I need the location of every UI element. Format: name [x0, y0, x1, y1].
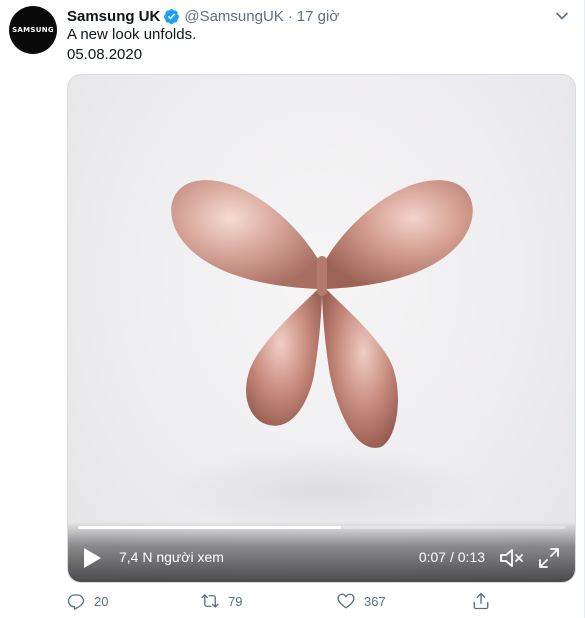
video-view-count: 7,4 N người xem — [119, 549, 224, 565]
fullscreen-icon[interactable] — [537, 546, 561, 570]
author-handle[interactable]: @SamsungUK — [184, 8, 283, 25]
share-icon — [473, 592, 489, 610]
retweet-icon — [201, 594, 219, 608]
reply-count: 20 — [94, 593, 109, 609]
reply-button[interactable]: 20 — [67, 592, 108, 610]
tweet-card[interactable]: SAMSUNG Samsung UK @SamsungUK · 17 giờ A… — [0, 0, 585, 618]
tweet-text: A new look unfolds. — [67, 26, 197, 43]
reply-icon — [67, 594, 85, 610]
like-button[interactable]: 367 — [337, 592, 386, 610]
author-display-name[interactable]: Samsung UK — [67, 8, 160, 25]
play-icon[interactable] — [82, 547, 102, 569]
tweet-header: Samsung UK @SamsungUK · 17 giờ — [67, 6, 339, 26]
avatar-logo-text: SAMSUNG — [12, 26, 54, 34]
video-controls: 7,4 N người xem 0:07 / 0:13 — [68, 522, 575, 582]
share-button[interactable] — [472, 592, 499, 610]
tweet-date-text: 05.08.2020 — [67, 46, 143, 63]
separator-dot: · — [287, 7, 293, 25]
retweet-button[interactable]: 79 — [201, 592, 242, 610]
tweet-actions: 20 79 367 — [67, 592, 517, 614]
like-count: 367 — [364, 593, 386, 609]
avatar[interactable]: SAMSUNG — [9, 6, 57, 54]
volume-muted-icon[interactable] — [499, 546, 525, 570]
retweet-count: 79 — [228, 593, 243, 609]
video-timecode: 0:07 / 0:13 — [418, 549, 485, 565]
video-progress-bar[interactable] — [78, 526, 565, 529]
verified-badge-icon — [164, 8, 180, 24]
butterfly-product-image — [171, 180, 473, 448]
video-progress-fill — [78, 526, 341, 529]
tweet-timestamp[interactable]: 17 giờ — [297, 8, 339, 25]
chevron-down-icon[interactable] — [552, 6, 572, 26]
video-player[interactable]: 7,4 N người xem 0:07 / 0:13 — [67, 74, 576, 583]
like-icon — [337, 593, 355, 609]
